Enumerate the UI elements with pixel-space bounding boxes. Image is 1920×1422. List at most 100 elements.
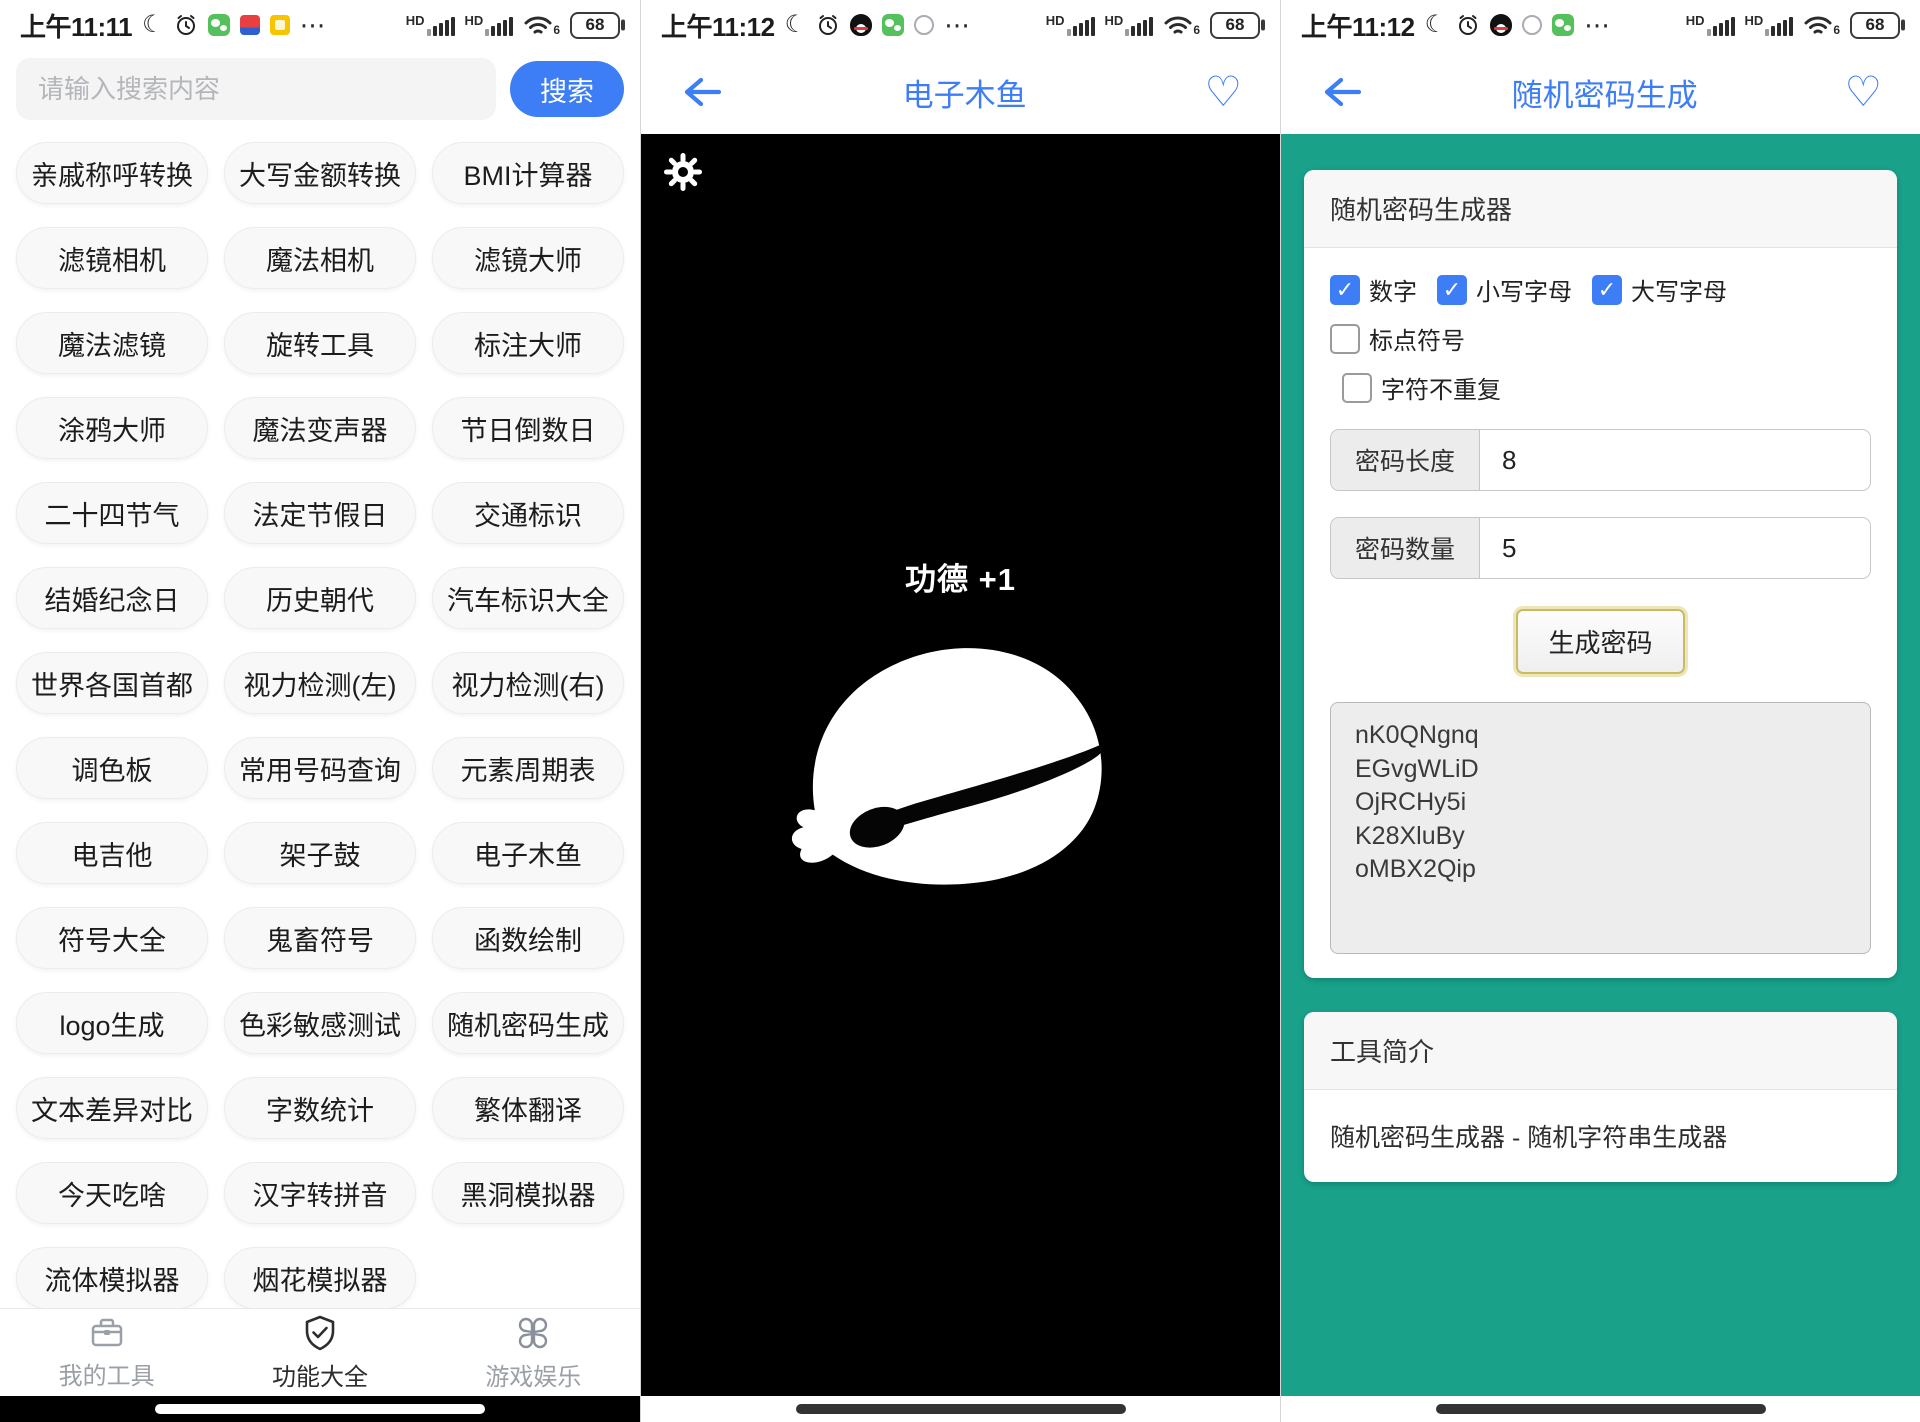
back-arrow-icon[interactable] (679, 75, 725, 109)
tool-pill[interactable]: 标注大师 (432, 312, 624, 374)
tool-pill[interactable]: 魔法滤镜 (16, 312, 208, 374)
tool-pill[interactable]: 旋转工具 (224, 312, 416, 374)
generator-card: 随机密码生成器 数字 小写字母 大写字母标点符号 字符不重复 密码长度 (1304, 170, 1897, 978)
tool-pill[interactable]: 字数统计 (224, 1077, 416, 1139)
wooden-fish-graphic[interactable] (780, 612, 1120, 902)
clock-text: 上午11:12 (661, 11, 775, 42)
gesture-area (641, 1396, 1280, 1422)
clover-dots-icon (519, 1317, 548, 1348)
search-bar: 搜索 (0, 50, 640, 120)
tool-pill[interactable]: 繁体翻译 (432, 1077, 624, 1139)
signal-sim1-icon: HD (1046, 14, 1095, 36)
back-arrow-icon[interactable] (1319, 75, 1365, 109)
tool-pill[interactable]: 文本差异对比 (16, 1077, 208, 1139)
tool-pill[interactable]: 结婚纪念日 (16, 567, 208, 629)
tool-pill[interactable]: 魔法变声器 (224, 397, 416, 459)
tool-pill[interactable]: logo生成 (16, 992, 208, 1054)
app-notification-icon-2 (269, 15, 290, 35)
page-title: 电子木鱼 (902, 77, 1027, 113)
wifi-icon: 6 (523, 13, 560, 37)
qq-icon (1490, 14, 1513, 36)
tool-pill[interactable]: 二十四节气 (16, 482, 208, 544)
tool-pill[interactable]: 魔法相机 (224, 227, 416, 289)
tool-pill[interactable]: 涂鸦大师 (16, 397, 208, 459)
tool-pill[interactable]: 鬼畜符号 (224, 907, 416, 969)
checkbox-icon[interactable] (1330, 274, 1360, 305)
signal-sim1-icon: HD (406, 14, 455, 36)
search-button[interactable]: 搜索 (510, 61, 624, 117)
tool-pill[interactable]: 世界各国首都 (16, 652, 208, 714)
checkbox-option[interactable]: 大写字母 (1592, 272, 1727, 307)
checkbox-label: 数字 (1369, 279, 1417, 306)
alarm-clock-icon (176, 15, 195, 35)
tool-pill[interactable]: 随机密码生成 (432, 992, 624, 1054)
tool-pill[interactable]: 调色板 (16, 737, 208, 799)
password-count-group: 密码数量 (1330, 517, 1871, 579)
status-bar-left: 上午11:11 ☾ ⋯ HD HD 6 68 (0, 0, 640, 50)
favorite-heart-icon[interactable]: ♡ (1844, 71, 1882, 113)
password-count-input[interactable] (1480, 518, 1870, 578)
clock-text: 上午11:12 (1301, 11, 1415, 42)
home-indicator[interactable] (795, 1404, 1126, 1414)
tool-pill[interactable]: 黑洞模拟器 (432, 1162, 624, 1224)
tool-pill[interactable]: 汽车标识大全 (432, 567, 624, 629)
tool-pill[interactable]: 电吉他 (16, 822, 208, 884)
generator-content: 随机密码生成器 数字 小写字母 大写字母标点符号 字符不重复 密码长度 (1281, 134, 1920, 1396)
tool-pill[interactable]: 视力检测(右) (432, 652, 624, 714)
favorite-heart-icon[interactable]: ♡ (1204, 71, 1242, 113)
tool-pill[interactable]: 滤镜大师 (432, 227, 624, 289)
tool-pill[interactable]: 视力检测(左) (224, 652, 416, 714)
tool-pill[interactable]: 符号大全 (16, 907, 208, 969)
panel-tools-app: 上午11:11 ☾ ⋯ HD HD 6 68 搜索 亲戚称呼转换大写金额转换 BM… (0, 0, 640, 1422)
tool-pill[interactable]: 大写金额转换 (224, 142, 416, 204)
app-nav-bar: 电子木鱼 ♡ (641, 50, 1280, 134)
tool-pill[interactable]: 今天吃啥 (16, 1162, 208, 1224)
tool-pill[interactable]: 烟花模拟器 (224, 1247, 416, 1309)
battery-icon: 68 (570, 11, 620, 39)
wechat-icon (882, 14, 905, 36)
checkbox-option[interactable]: 标点符号 (1330, 321, 1465, 356)
tool-pill[interactable]: 滤镜相机 (16, 227, 208, 289)
tool-pill[interactable]: 架子鼓 (224, 822, 416, 884)
signal-sim2-icon: HD (465, 14, 514, 36)
tool-pill[interactable]: BMI计算器 (432, 142, 624, 204)
wifi-icon: 6 (1803, 13, 1840, 37)
tab-games[interactable]: 游戏娱乐 (427, 1309, 640, 1396)
composite-screenshot: 上午11:11 ☾ ⋯ HD HD 6 68 搜索 亲戚称呼转换大写金额转换 BM… (0, 0, 1920, 1422)
tool-pill[interactable]: 历史朝代 (224, 567, 416, 629)
search-input[interactable] (16, 58, 496, 120)
checkbox-option[interactable]: 字符不重复 (1342, 370, 1501, 405)
tool-pill[interactable]: 流体模拟器 (16, 1247, 208, 1309)
home-indicator[interactable] (1435, 1404, 1766, 1414)
tab-my-tools[interactable]: 我的工具 (0, 1309, 213, 1396)
tab-all-functions[interactable]: 功能大全 (213, 1309, 426, 1396)
generated-passwords-output[interactable]: nK0QNgnq EGvgWLiD OjRCHy5i K28XluBy oMBX… (1330, 702, 1871, 954)
checkbox-icon[interactable] (1330, 323, 1360, 354)
generate-password-button[interactable]: 生成密码 (1516, 609, 1685, 674)
home-indicator[interactable] (155, 1404, 485, 1414)
intro-text: 随机密码生成器 - 随机字符串生成器 (1330, 1124, 1728, 1152)
tool-pill[interactable]: 法定节假日 (224, 482, 416, 544)
tool-pill[interactable]: 元素周期表 (432, 737, 624, 799)
checkbox-label: 字符不重复 (1381, 377, 1501, 404)
gear-settings-icon[interactable] (663, 152, 703, 197)
tool-pill[interactable]: 色彩敏感测试 (224, 992, 416, 1054)
chat-bubble-icon (914, 15, 935, 35)
tab-label: 游戏娱乐 (485, 1363, 582, 1391)
tool-pill[interactable]: 汉字转拼音 (224, 1162, 416, 1224)
checkbox-option[interactable]: 小写字母 (1437, 272, 1572, 307)
tool-pill[interactable]: 节日倒数日 (432, 397, 624, 459)
tab-label: 我的工具 (58, 1362, 155, 1390)
tool-pill[interactable]: 电子木鱼 (432, 822, 624, 884)
checkbox-icon[interactable] (1592, 274, 1622, 305)
password-length-input[interactable] (1480, 430, 1870, 490)
muyu-canvas[interactable]: 功德 +1 (641, 134, 1280, 1396)
tool-pill[interactable]: 亲戚称呼转换 (16, 142, 208, 204)
bottom-tab-bar: 我的工具 功能大全 游戏娱乐 (0, 1308, 640, 1396)
checkbox-option[interactable]: 数字 (1330, 272, 1417, 307)
tool-pill[interactable]: 常用号码查询 (224, 737, 416, 799)
tool-pill[interactable]: 交通标识 (432, 482, 624, 544)
checkbox-icon[interactable] (1342, 372, 1372, 403)
checkbox-icon[interactable] (1437, 274, 1467, 305)
tool-pill[interactable]: 函数绘制 (432, 907, 624, 969)
